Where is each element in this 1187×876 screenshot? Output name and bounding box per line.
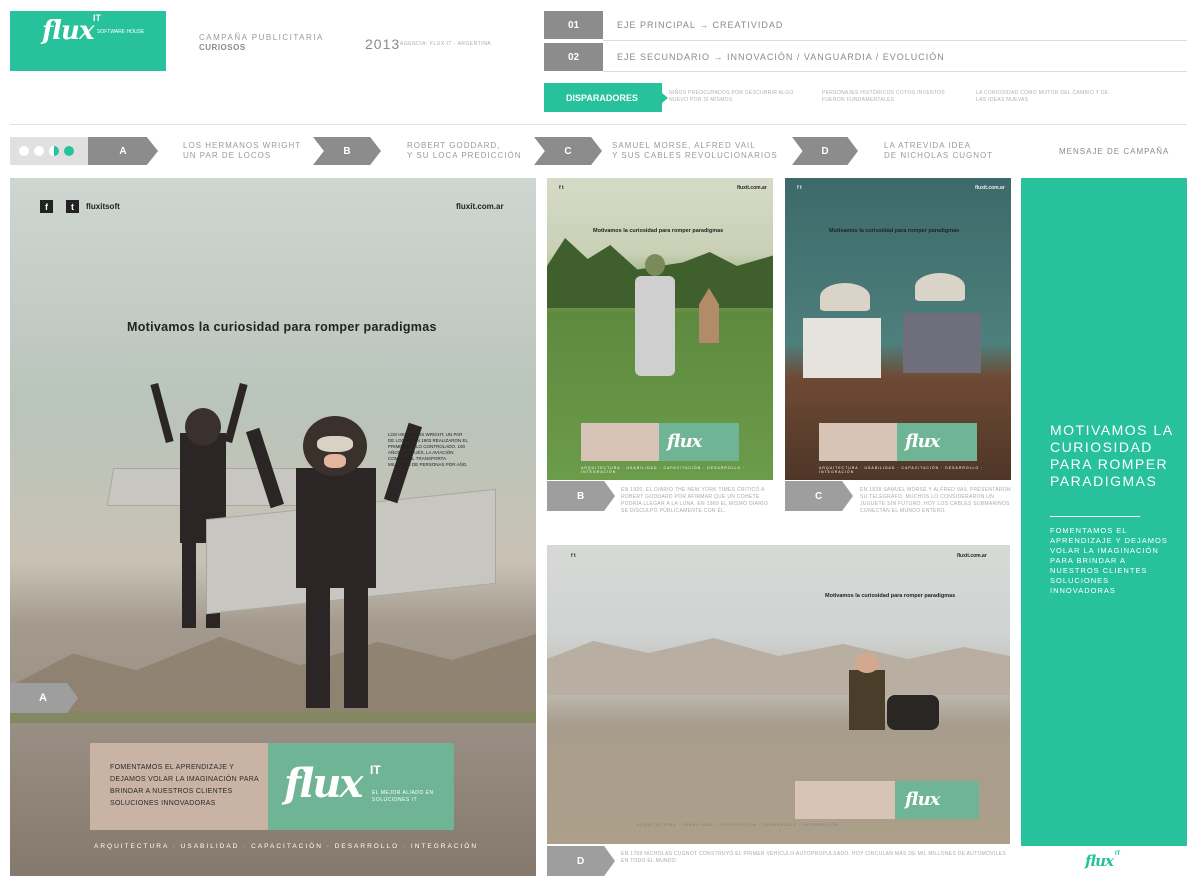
campaign-year-note: AGENCIA: FLUX IT - ARGENTINA [400,41,492,47]
social-handle: fluxitsoft [86,202,120,211]
timeline-dots [10,137,88,165]
poster-b-footer: ARQUITECTURA · USABILIDAD · CAPACITACIÓN… [581,466,746,474]
kid-helmet [645,254,665,276]
eje-text-02: EJE SECUNDARIO → INNOVACIÓN / VANGUARDIA… [617,52,945,62]
timeline-step-b[interactable]: B [313,137,381,165]
poster-c-message-box [819,423,897,461]
poster-a-tagline: EL MEJOR ALIADO EN SOLUCIONES IT [372,790,434,803]
eje-number-01: 01 [544,11,603,39]
brand-logo: flux [42,16,94,46]
poster-url[interactable]: fluxit.com.ar [957,553,987,559]
disparador-2: PERSONAJES HISTÓRICOS CUYOS INVENTOS FUE… [822,90,945,103]
eje-number-02: 02 [544,43,603,71]
twitter-icon[interactable]: t [66,200,79,213]
kid-left [803,318,881,378]
poster-d-description: EN 1769 NICHOLAS CUGNOT CONSTRUYÓ EL PRI… [621,851,1006,864]
kid-front-body [296,468,376,588]
campaign-message-body: FOMENTAMOS EL APRENDIZAJE Y DEJAMOS VOLA… [1050,526,1168,595]
kid-hat-right [915,273,965,301]
poster-d-label[interactable]: D [547,846,615,876]
campaign-label: CAMPAÑA PUBLICITARIA [199,33,324,42]
poster-d: f t fluxit.com.ar Motivamos la curiosida… [547,545,1010,844]
kid-front-goggles [317,436,353,452]
dot-teal-icon [64,146,74,156]
kid-standing [849,670,885,730]
kid-head [855,653,879,673]
kid-hat-left [820,283,870,311]
brand-logo-sup: IT [93,13,101,23]
disparadores-label: DISPARADORES [544,83,662,112]
poster-a-body: LOS HERMANOS WRIGHT, UN PAR DE LOCOS, EN… [388,432,468,467]
kid-front-leg [344,583,368,708]
eje-text-01: EJE PRINCIPAL → CREATIVIDAD [617,20,784,30]
poster-c-logo: flux [905,431,940,452]
divider [603,40,1187,41]
dot-half-icon [49,146,59,156]
poster-d-footer: ARQUITECTURA · USABILIDAD · CAPACITACIÓN… [637,823,839,827]
kid-spacesuit [635,276,675,376]
kid-back-arm [150,382,174,444]
poster-a-label[interactable]: A [10,683,78,713]
social-icons: f t [559,185,564,191]
social-icons: f t [797,185,802,191]
footer-logo: flux [1085,852,1114,870]
kid-front-face [324,454,346,468]
poster-b-headline: Motivamos la curiosidad para romper para… [593,228,724,234]
poster-c: f t fluxit.com.ar Motivamos la curiosida… [785,178,1011,480]
kid-right [903,313,981,373]
poster-b-label[interactable]: B [547,481,615,511]
facebook-icon[interactable]: f [40,200,53,213]
brand-tagline: SOFTWARE HOUSE [97,29,145,35]
kid-front-leg [306,583,330,708]
campaign-message-panel [1021,178,1187,846]
poster-a-logo: flux [284,760,363,807]
poster-d-logo: flux [905,789,940,810]
kid-back-leg [182,538,196,628]
poster-url[interactable]: fluxit.com.ar [737,185,767,191]
panel-divider [1050,516,1140,517]
disparadores-arrow-icon [662,93,668,103]
poster-a-footer: ARQUITECTURA · USABILIDAD · CAPACITACIÓN… [94,843,479,850]
poster-c-footer: ARQUITECTURA · USABILIDAD · CAPACITACIÓN… [819,466,984,474]
campaign-message-headline: MOTIVAMOS LA CURIOSIDAD PARA ROMPER PARA… [1050,422,1173,489]
poster-b-message-box [581,423,659,461]
timeline-step-d[interactable]: D [792,137,858,165]
timeline-divider [10,124,1187,125]
campaign-year: 2013 [365,36,401,52]
poster-d-message-box [795,781,895,819]
kid-back-arm [224,382,248,444]
social-icons: f t [571,553,576,559]
poster-b-logo: flux [667,431,702,452]
timeline-step-a[interactable]: A [88,137,158,165]
disparador-3: LA CURIOSIDAD COMO MOTOR DEL CAMBIO Y DE… [976,90,1109,103]
timeline-step-a-text: LOS HERMANOS WRIGHT UN PAR DE LOCOS [183,141,302,160]
footer-logo-sup: IT [1115,851,1121,857]
dot-icon [34,146,44,156]
poster-c-label[interactable]: C [785,481,853,511]
mensaje-de-campana[interactable]: MENSAJE DE CAMPAÑA [1059,147,1169,156]
poster-a-message: FOMENTAMOS EL APRENDIZAJE Y DEJAMOS VOLA… [110,764,259,807]
poster-c-description: EN 1838 SAMUEL MORSE Y ALFRED VAIL PRESE… [860,487,1011,514]
poster-b: f t fluxit.com.ar Motivamos la curiosida… [547,178,773,480]
toy-car [887,695,939,730]
kid-back-helmet [185,408,221,446]
poster-url[interactable]: fluxit.com.ar [456,202,504,211]
poster-d-headline: Motivamos la curiosidad para romper para… [825,593,956,599]
timeline-step-c[interactable]: C [534,137,602,165]
poster-b-description: EN 1920, EL DIARIO THE NEW YORK TIMES CR… [621,487,769,514]
poster-a-logo-sup: IT [370,763,381,777]
timeline-step-d-text: LA ATREVIDA IDEA DE NICHOLAS CUGNOT [884,141,994,160]
divider [603,71,1187,72]
disparador-1: NIÑOS PREOCUPADOS POR DESCUBRIR ALGO NUE… [669,90,794,103]
timeline-step-b-text: ROBERT GODDARD, Y SU LOCA PREDICCIÓN [407,141,522,160]
timeline-step-c-text: SAMUEL MORSE, ALFRED VAIL Y SUS CABLES R… [612,141,778,160]
mountains [547,638,1010,695]
poster-c-headline: Motivamos la curiosidad para romper para… [829,228,960,234]
campaign-name: CURIOSOS [199,43,246,52]
poster-url[interactable]: fluxit.com.ar [975,185,1005,191]
dot-icon [19,146,29,156]
poster-a-headline: Motivamos la curiosidad para romper para… [127,320,437,334]
